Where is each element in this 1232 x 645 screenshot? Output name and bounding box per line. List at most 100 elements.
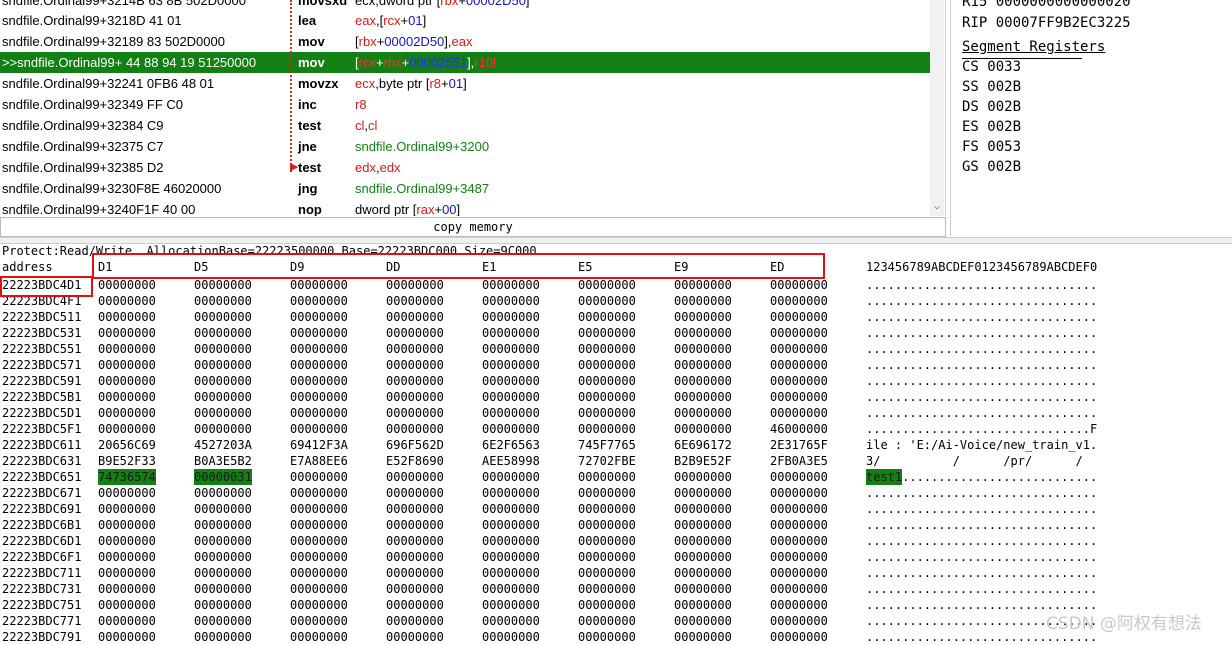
hex-cell[interactable]: 00000000 [674, 549, 732, 565]
hex-cell[interactable]: E52F8690 [386, 453, 444, 469]
row-address[interactable]: 22223BDC591 [2, 373, 81, 389]
hex-cell[interactable]: 00000000 [770, 469, 828, 485]
hex-cell[interactable]: 00000000 [194, 293, 252, 309]
register-ss[interactable]: SS 002B [962, 79, 1021, 95]
hex-cell[interactable]: 00000000 [674, 485, 732, 501]
hex-cell[interactable]: 00000000 [482, 533, 540, 549]
row-address[interactable]: 22223BDC771 [2, 613, 81, 629]
hex-cell[interactable]: 00000000 [770, 405, 828, 421]
hex-cell[interactable]: 00000000 [674, 309, 732, 325]
hex-row[interactable]: 22223BDC551 00000000 00000000 00000000 00000… [0, 341, 1232, 357]
hex-cell[interactable]: 00000000 [98, 581, 156, 597]
ascii-text[interactable]: ................................ [866, 341, 1097, 357]
hex-cell[interactable]: 00000000 [578, 581, 636, 597]
hex-cell[interactable]: 00000000 [578, 613, 636, 629]
ascii-text[interactable]: ................................ [866, 549, 1097, 565]
row-address[interactable]: 22223BDC5F1 [2, 421, 81, 437]
hex-cell[interactable]: 00000000 [674, 421, 732, 437]
hex-cell[interactable]: 00000000 [770, 357, 828, 373]
hex-cell[interactable]: 00000000 [770, 501, 828, 517]
hex-cell[interactable]: 20656C69 [98, 437, 156, 453]
hex-cell[interactable]: 00000000 [770, 389, 828, 405]
hex-cell[interactable]: 00000000 [482, 309, 540, 325]
hex-cell[interactable]: 00000000 [290, 565, 348, 581]
hex-cell[interactable]: 00000000 [770, 549, 828, 565]
hex-cell[interactable]: 00000000 [674, 469, 732, 485]
hex-cell[interactable]: 72702FBE [578, 453, 636, 469]
hex-row[interactable]: 22223BDC711 00000000 00000000 00000000 00000… [0, 565, 1232, 581]
hex-cell[interactable]: 00000000 [674, 293, 732, 309]
row-address[interactable]: 22223BDC531 [2, 325, 81, 341]
hex-cell[interactable]: 4527203A [194, 437, 252, 453]
ascii-text[interactable]: ................................ [866, 373, 1097, 389]
hex-cell[interactable]: 00000000 [98, 309, 156, 325]
hex-cell[interactable]: 00000000 [98, 485, 156, 501]
hex-cell[interactable]: 00000000 [674, 581, 732, 597]
instruction-row[interactable]: sndfile.Ordinal99+32241 0FB6 48 01 movzx e… [0, 73, 930, 94]
hex-cell[interactable]: 00000000 [482, 373, 540, 389]
hex-cell[interactable]: 00000000 [290, 325, 348, 341]
hex-cell[interactable]: 00000000 [194, 325, 252, 341]
hex-cell[interactable]: 00000000 [290, 581, 348, 597]
hex-cell[interactable]: 00000000 [770, 373, 828, 389]
instruction-row[interactable]: sndfile.Ordinal99+32375 C7 jne sndfile.Ord… [0, 136, 930, 157]
hex-cell[interactable]: 00000000 [482, 469, 540, 485]
hex-cell[interactable]: 00000000 [98, 597, 156, 613]
hex-row[interactable]: 22223BDC591 00000000 00000000 00000000 00000… [0, 373, 1232, 389]
hex-row[interactable]: 22223BDC4D1 00000000 00000000 00000000 00000… [0, 277, 1232, 293]
hex-cell[interactable]: 00000000 [290, 533, 348, 549]
hex-cell[interactable]: 00000000 [674, 501, 732, 517]
hex-cell[interactable]: 00000000 [770, 293, 828, 309]
hex-cell[interactable]: 00000000 [386, 293, 444, 309]
hex-cell[interactable]: 00000000 [290, 373, 348, 389]
hex-cell[interactable]: 00000000 [194, 629, 252, 645]
hex-cell[interactable]: 00000000 [386, 549, 444, 565]
hex-cell[interactable]: 00000000 [194, 341, 252, 357]
hex-cell[interactable]: 00000000 [194, 517, 252, 533]
ascii-text[interactable]: ................................ [866, 325, 1097, 341]
hex-cell[interactable]: 00000000 [770, 581, 828, 597]
hex-cell[interactable]: 00000000 [98, 373, 156, 389]
hex-cell[interactable]: B9E52F33 [98, 453, 156, 469]
hex-cell[interactable]: 00000000 [386, 501, 444, 517]
instruction-row[interactable]: sndfile.Ordinal99+3218D 41 01 lea eax,[rcx… [0, 10, 930, 31]
hex-cell[interactable]: 00000000 [770, 485, 828, 501]
instruction-row[interactable]: sndfile.Ordinal99+3240F1F 40 00 nop dword … [0, 199, 930, 216]
hex-row[interactable]: 22223BDC571 00000000 00000000 00000000 00000… [0, 357, 1232, 373]
row-address[interactable]: 22223BDC751 [2, 597, 81, 613]
hex-cell[interactable]: 00000000 [290, 597, 348, 613]
register-cs[interactable]: CS 0033 [962, 59, 1021, 75]
hex-cell[interactable]: 00000000 [386, 597, 444, 613]
hex-cell[interactable]: 00000000 [194, 389, 252, 405]
hex-cell[interactable]: 00000000 [386, 373, 444, 389]
hex-cell[interactable]: 00000000 [98, 565, 156, 581]
hex-cell[interactable]: 00000000 [578, 421, 636, 437]
ascii-text[interactable]: ................................ [866, 309, 1097, 325]
hex-cell[interactable]: 00000000 [674, 357, 732, 373]
hex-cell[interactable]: 00000000 [98, 277, 156, 293]
hex-cell[interactable]: 00000000 [578, 517, 636, 533]
hex-cell[interactable]: 00000000 [194, 309, 252, 325]
hex-cell[interactable]: 00000000 [386, 341, 444, 357]
hex-row[interactable]: 22223BDC6D1 00000000 00000000 00000000 00000… [0, 533, 1232, 549]
hex-cell[interactable]: 00000000 [386, 389, 444, 405]
row-address[interactable]: 22223BDC6B1 [2, 517, 81, 533]
hex-cell[interactable]: 00000000 [194, 421, 252, 437]
hex-cell[interactable]: 745F7765 [578, 437, 636, 453]
hex-cell[interactable]: 00000000 [578, 629, 636, 645]
hex-cell[interactable]: 00000000 [482, 549, 540, 565]
hex-row[interactable]: 22223BDC631 B9E52F33 B0A3E5B2 E7A88EE6 E52F8… [0, 453, 1232, 469]
ascii-text[interactable]: ................................ [866, 533, 1097, 549]
register-fs[interactable]: FS 0053 [962, 139, 1021, 155]
hex-cell[interactable]: 00000000 [578, 549, 636, 565]
instruction-row[interactable]: sndfile.Ordinal99+3230F8E 46020000 jng snd… [0, 178, 930, 199]
hex-cell[interactable]: 00000000 [194, 405, 252, 421]
ascii-text[interactable]: ........................... [902, 469, 1097, 485]
ascii-text[interactable]: ................................ [866, 277, 1097, 293]
hex-cell[interactable]: 00000000 [290, 389, 348, 405]
row-address[interactable]: 22223BDC791 [2, 629, 81, 645]
hex-cell[interactable]: 00000000 [578, 309, 636, 325]
row-address[interactable]: 22223BDC6F1 [2, 549, 81, 565]
hex-cell[interactable]: 00000000 [98, 613, 156, 629]
hex-cell[interactable]: 00000000 [674, 277, 732, 293]
